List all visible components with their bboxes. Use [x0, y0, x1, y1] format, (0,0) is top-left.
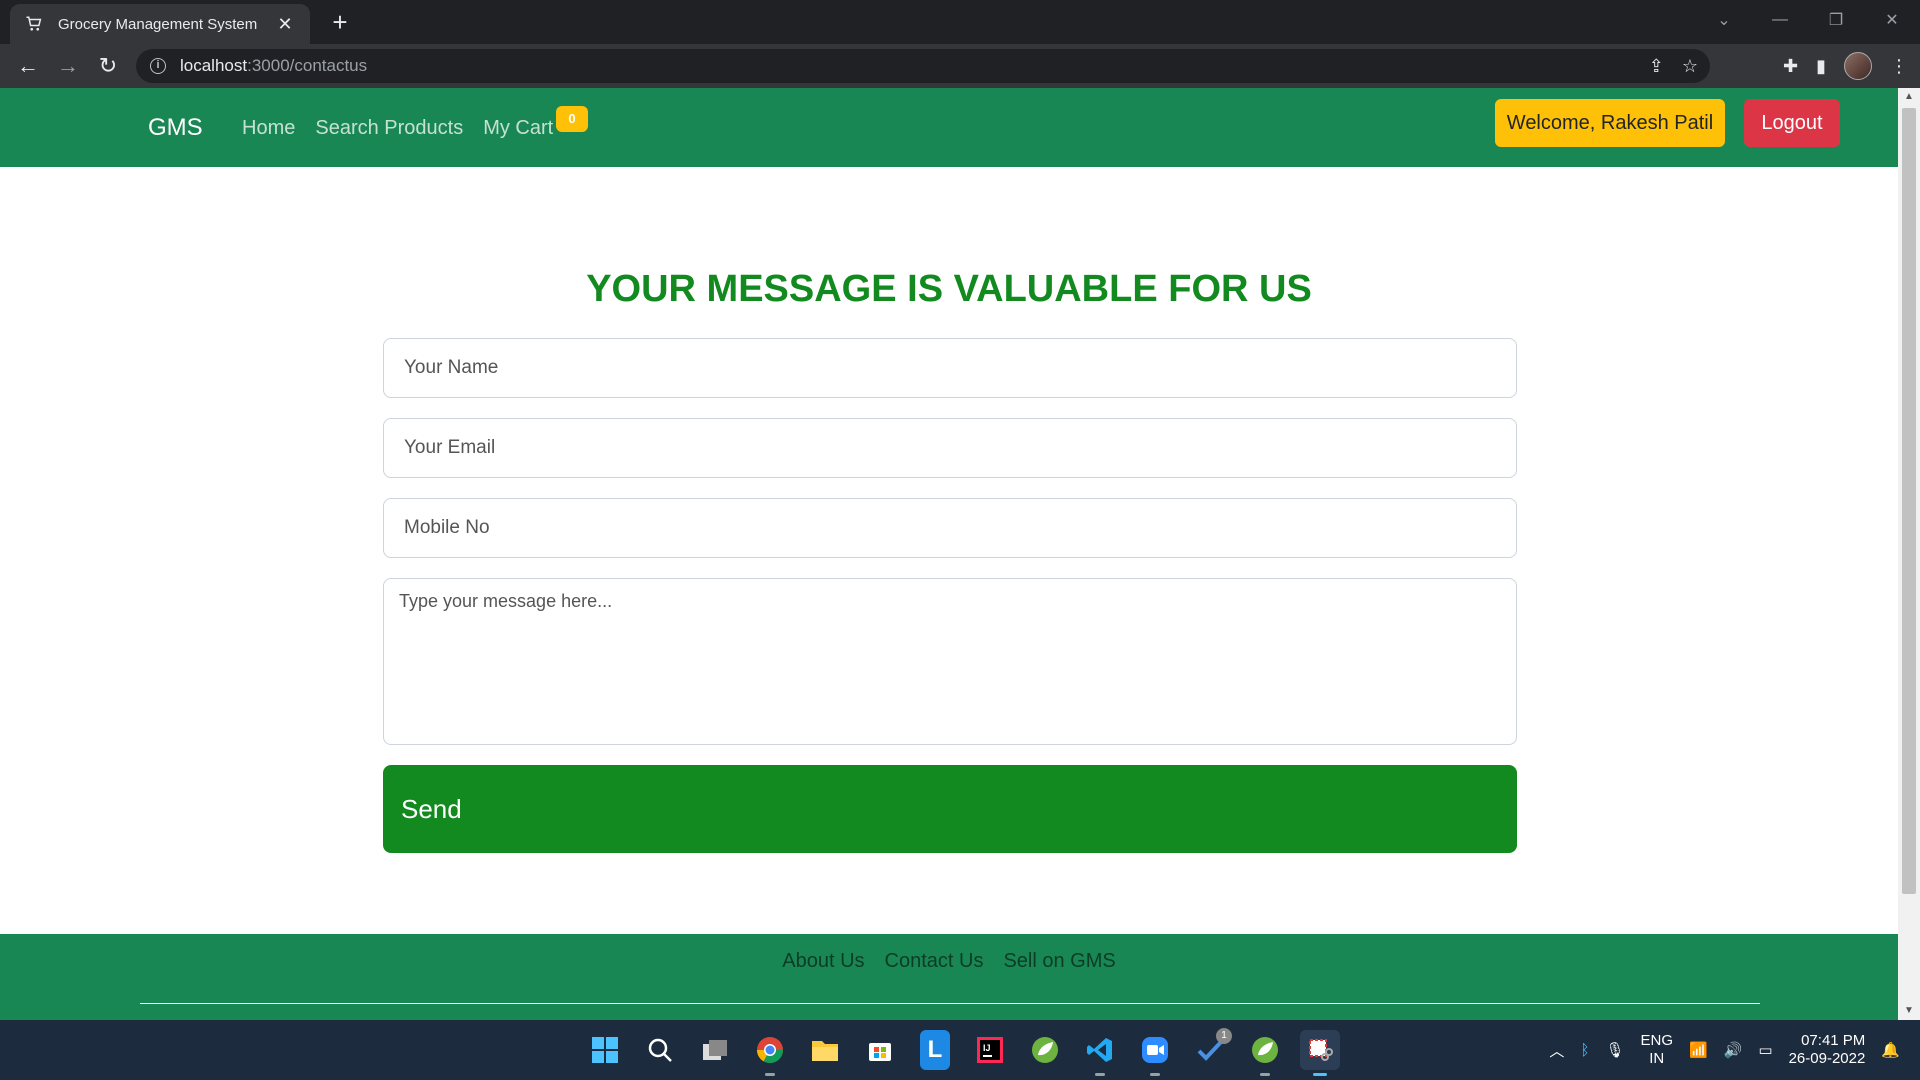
running-indicator	[1150, 1073, 1160, 1076]
microphone-icon[interactable]: 🎙	[1605, 1041, 1624, 1059]
tab-close-icon[interactable]: ✕	[274, 14, 296, 35]
reload-icon[interactable]: ↻	[92, 50, 124, 82]
scroll-up-icon[interactable]: ▲	[1898, 88, 1920, 106]
vscode-icon[interactable]	[1080, 1030, 1120, 1076]
spring-boot-icon[interactable]	[1245, 1030, 1285, 1076]
clock-date: 26-09-2022	[1788, 1050, 1866, 1067]
volume-icon[interactable]: 🔊	[1724, 1041, 1743, 1059]
notification-badge: 1	[1216, 1028, 1232, 1044]
page-title: YOUR MESSAGE IS VALUABLE FOR US	[586, 268, 1312, 310]
intellij-icon[interactable]: IJ	[970, 1030, 1010, 1070]
extensions-puzzle-icon[interactable]: ✚	[1783, 56, 1798, 77]
svg-text:IJ: IJ	[983, 1043, 991, 1053]
running-indicator	[1260, 1073, 1270, 1076]
site-navbar: GMS Home Search Products My Cart 0 Welco…	[0, 88, 1898, 167]
todo-check-icon[interactable]: 1	[1190, 1028, 1232, 1070]
send-button[interactable]: Send	[383, 765, 1517, 853]
show-hidden-icons-icon[interactable]: ︿	[1549, 1040, 1564, 1061]
toolbar-right: ✚ ▮ ⋮	[1783, 50, 1908, 82]
page-scrollbar[interactable]: ▲ ▼	[1898, 88, 1920, 1020]
address-bar[interactable]: i localhost:3000/contactus ⇪ ☆	[136, 49, 1710, 83]
language-indicator[interactable]: ENG IN	[1641, 1032, 1674, 1068]
microsoft-store-icon[interactable]	[860, 1030, 900, 1070]
bluetooth-icon[interactable]: ᛒ	[1580, 1042, 1589, 1059]
url-host: localhost	[180, 56, 248, 75]
chrome-icon[interactable]	[750, 1030, 790, 1076]
system-tray: ︿ ᛒ 🎙 ENG IN 📶 🔊 ▭ 07:41 PM 26-09-2022 🔔	[1549, 1020, 1900, 1080]
mobile-input[interactable]	[383, 498, 1517, 558]
nav-search-products[interactable]: Search Products	[315, 117, 463, 140]
clock[interactable]: 07:41 PM 26-09-2022	[1789, 1032, 1866, 1068]
notifications-icon[interactable]: 🔔	[1881, 1041, 1900, 1059]
email-input[interactable]	[383, 418, 1517, 478]
profile-avatar[interactable]	[1844, 52, 1872, 80]
clock-time: 07:41 PM	[1801, 1032, 1866, 1049]
task-view-icon[interactable]	[695, 1030, 735, 1070]
region-code: IN	[1649, 1050, 1665, 1067]
browser-toolbar: ← → ↻ i localhost:3000/contactus ⇪ ☆ ✚ ▮…	[0, 44, 1920, 88]
running-indicator	[765, 1073, 775, 1076]
nav-links: Home Search Products My Cart	[242, 117, 553, 140]
url-path: :3000/contactus	[247, 56, 368, 75]
footer-contact-us[interactable]: Contact Us	[885, 950, 984, 973]
taskbar-apps: L IJ 1	[585, 1028, 1340, 1076]
footer-divider	[140, 1003, 1760, 1004]
tab-search-icon[interactable]: ⌄	[1696, 10, 1752, 30]
scrollbar-thumb[interactable]	[1902, 108, 1916, 894]
tab-title: Grocery Management System	[58, 15, 258, 33]
start-windows-icon[interactable]	[585, 1030, 625, 1070]
message-textarea[interactable]	[383, 578, 1517, 745]
welcome-button[interactable]: Welcome, Rakesh Patil	[1495, 99, 1725, 147]
omnibox-actions: ⇪ ☆	[1649, 49, 1698, 83]
cart-favicon-icon	[24, 14, 44, 34]
restore-icon[interactable]: ❐	[1808, 10, 1864, 30]
menu-dots-icon[interactable]: ⋮	[1890, 56, 1908, 77]
os-taskbar: L IJ 1 ︿ ᛒ 🎙 ENG IN 📶 🔊 ▭ 07:41 PM 26-09…	[0, 1020, 1920, 1080]
language-code: ENG	[1640, 1032, 1674, 1049]
cart-count-badge: 0	[556, 106, 588, 132]
site-footer: About Us Contact Us Sell on GMS	[0, 934, 1898, 1020]
window-controls: ⌄ — ❐ ✕	[1696, 0, 1920, 40]
name-input[interactable]	[383, 338, 1517, 398]
side-panel-icon[interactable]: ▮	[1816, 56, 1826, 77]
browser-tab[interactable]: Grocery Management System ✕	[10, 4, 310, 44]
share-icon[interactable]: ⇪	[1649, 56, 1664, 77]
file-explorer-icon[interactable]	[805, 1030, 845, 1070]
battery-icon[interactable]: ▭	[1758, 1041, 1772, 1059]
back-arrow-icon[interactable]: ←	[12, 50, 44, 82]
brand-logo[interactable]: GMS	[148, 114, 203, 142]
running-indicator	[1095, 1073, 1105, 1076]
zoom-icon[interactable]	[1135, 1030, 1175, 1076]
nav-my-cart[interactable]: My Cart	[483, 117, 553, 140]
footer-about-us[interactable]: About Us	[782, 950, 864, 973]
search-icon[interactable]	[640, 1030, 680, 1070]
scroll-down-icon[interactable]: ▼	[1898, 1002, 1920, 1020]
footer-sell-on-gms[interactable]: Sell on GMS	[1003, 950, 1115, 973]
running-indicator	[1313, 1073, 1327, 1076]
l-app-icon[interactable]: L	[920, 1030, 950, 1070]
forward-arrow-icon[interactable]: →	[52, 50, 84, 82]
screen: Grocery Management System ✕ + ⌄ — ❐ ✕ ← …	[0, 0, 1920, 1080]
spring-tool-icon[interactable]	[1025, 1030, 1065, 1070]
snipping-tool-icon[interactable]	[1300, 1030, 1340, 1076]
footer-links: About Us Contact Us Sell on GMS	[0, 950, 1898, 973]
browser-tabbar: Grocery Management System ✕ + ⌄ — ❐ ✕	[0, 0, 1920, 44]
bookmark-star-icon[interactable]: ☆	[1682, 56, 1698, 77]
site-info-icon[interactable]: i	[150, 58, 166, 74]
close-window-icon[interactable]: ✕	[1864, 10, 1920, 30]
new-tab-button[interactable]: +	[324, 6, 356, 38]
minimize-icon[interactable]: —	[1752, 11, 1808, 29]
wifi-icon[interactable]: 📶	[1689, 1041, 1708, 1059]
page-viewport: GMS Home Search Products My Cart 0 Welco…	[0, 88, 1898, 1020]
logout-button[interactable]: Logout	[1744, 99, 1840, 147]
nav-home[interactable]: Home	[242, 117, 295, 140]
